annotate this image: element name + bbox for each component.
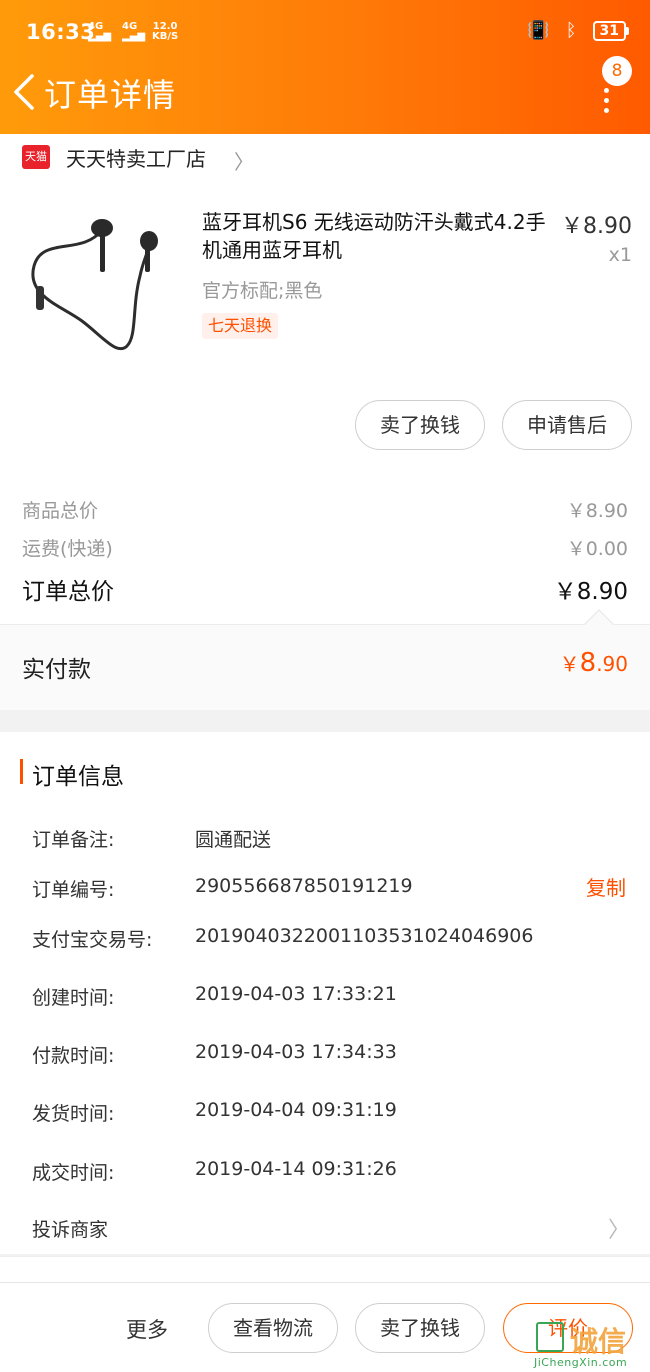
- paid-notch-inner: [585, 611, 613, 625]
- watermark-logo: 诚信 JiChengXin.com: [530, 1320, 648, 1370]
- cost-row-shipping: 运费(快递) ￥0.00: [22, 534, 628, 561]
- battery-icon: 31: [592, 20, 630, 41]
- product-sku: 官方标配;黑色: [202, 280, 323, 302]
- cost-label: 商品总价: [22, 500, 99, 522]
- signal-2-icon: 4G ▂▄▆: [122, 21, 146, 42]
- info-value: 2019040322001103531024046906: [195, 925, 534, 947]
- shop-name[interactable]: 天天特卖工厂店: [66, 143, 206, 172]
- cost-label: 运费(快递): [22, 538, 113, 560]
- info-value: 2019-04-04 09:31:19: [195, 1099, 397, 1121]
- watermark-text: 诚信: [570, 1325, 627, 1358]
- info-label: 成交时间:: [32, 1162, 115, 1184]
- chevron-right-icon[interactable]: 〉: [608, 1212, 630, 1244]
- cost-value: ￥8.90: [566, 500, 628, 522]
- message-badge[interactable]: 8: [602, 56, 632, 86]
- back-arrow-icon[interactable]: [10, 72, 40, 112]
- info-value: 2019-04-03 17:33:21: [195, 983, 397, 1005]
- order-info-title: 订单信息: [32, 764, 124, 790]
- resell-bottom-button[interactable]: 卖了换钱: [355, 1303, 485, 1353]
- vibrate-icon: 📳: [527, 20, 550, 41]
- product-quantity: x1: [608, 244, 632, 266]
- order-total-value: ￥8.90: [553, 579, 628, 605]
- bluetooth-icon: ᛒ: [565, 20, 577, 41]
- more-menu-icon[interactable]: [604, 88, 612, 118]
- product-title[interactable]: 蓝牙耳机S6 无线运动防汗头戴式4.2手机通用蓝牙耳机: [202, 208, 547, 264]
- after-sale-button[interactable]: 申请售后: [502, 400, 632, 450]
- resell-button[interactable]: 卖了换钱: [355, 400, 485, 450]
- info-value: 2019-04-14 09:31:26: [195, 1158, 397, 1180]
- info-label: 创建时间:: [32, 987, 115, 1009]
- info-value: 圆通配送: [195, 829, 272, 851]
- net-speed: 12.0 KB/S: [152, 21, 179, 42]
- watermark-box-icon: [536, 1322, 564, 1352]
- paid-amount: ￥8.90: [559, 648, 628, 678]
- signal-1-icon: 4G ▂▄▆: [88, 21, 112, 42]
- paid-label: 实付款: [22, 657, 91, 683]
- status-right: 📳 ᛒ 31: [527, 20, 630, 41]
- cost-row-goods: 商品总价 ￥8.90: [22, 496, 628, 523]
- chevron-right-icon[interactable]: 〉: [234, 146, 254, 175]
- watermark-subtext: JiChengXin.com: [534, 1356, 628, 1369]
- more-button[interactable]: 更多: [126, 1314, 168, 1344]
- tmall-logo-icon: 天猫: [22, 145, 50, 169]
- view-logistics-button[interactable]: 查看物流: [208, 1303, 338, 1353]
- app-header: 16:33 4G ▂▄▆ 4G ▂▄▆ 12.0 KB/S 📳 ᛒ 31 订单详情 8: [0, 0, 650, 134]
- info-value: 2019-04-03 17:34:33: [195, 1041, 397, 1063]
- info-label: 支付宝交易号:: [32, 929, 153, 951]
- info-value: 290556687850191219: [195, 875, 413, 897]
- order-total-label: 订单总价: [22, 579, 114, 605]
- info-label: 订单编号:: [32, 879, 115, 901]
- product-price: ￥8.90: [561, 214, 632, 239]
- copy-order-number-button[interactable]: 复制: [586, 872, 626, 901]
- cost-value: ￥0.00: [566, 538, 628, 560]
- paid-section: [0, 624, 650, 710]
- status-bar: 16:33 4G ▂▄▆ 4G ▂▄▆ 12.0 KB/S 📳 ᛒ 31: [0, 0, 650, 66]
- bottom-divider: [0, 1256, 650, 1282]
- earphone-product-image[interactable]: [22, 196, 182, 366]
- info-label: 订单备注:: [32, 829, 115, 851]
- info-label: 付款时间:: [32, 1045, 115, 1067]
- info-label: 发货时间:: [32, 1103, 115, 1125]
- seven-day-return-tag: 七天退换: [202, 313, 279, 339]
- status-time: 16:33: [26, 20, 96, 44]
- complain-merchant-link[interactable]: 投诉商家: [32, 1215, 108, 1242]
- page-title: 订单详情: [44, 76, 177, 114]
- order-total-row: 订单总价 ￥8.90: [22, 572, 628, 606]
- section-accent-bar: [20, 759, 23, 784]
